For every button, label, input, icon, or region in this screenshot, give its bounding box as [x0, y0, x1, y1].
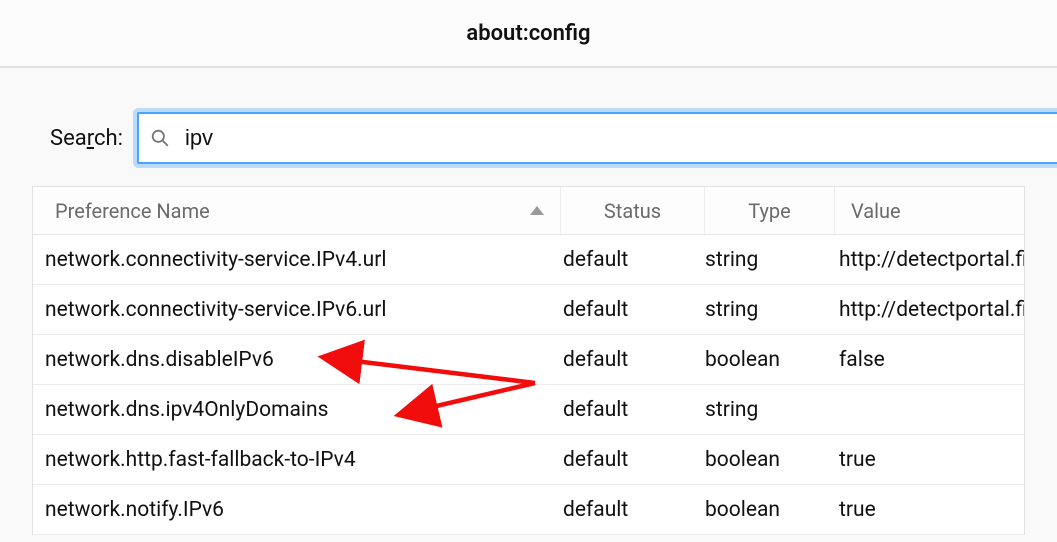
cell-name: network.dns.ipv4OnlyDomains — [33, 398, 561, 422]
cell-status: default — [561, 298, 705, 322]
table-body: network.connectivity-service.IPv4.urldef… — [33, 235, 1024, 535]
cell-value: false — [835, 348, 1024, 372]
column-header-status[interactable]: Status — [561, 187, 705, 234]
cell-type: string — [705, 298, 835, 322]
cell-status: default — [561, 448, 705, 472]
search-input-wrap — [137, 112, 1057, 164]
cell-status: default — [561, 248, 705, 272]
cell-name: network.connectivity-service.IPv6.url — [33, 298, 561, 322]
search-input[interactable] — [137, 112, 1057, 164]
cell-name: network.http.fast-fallback-to-IPv4 — [33, 448, 561, 472]
column-header-type[interactable]: Type — [705, 187, 835, 234]
cell-status: default — [561, 398, 705, 422]
search-row: Search: — [0, 68, 1057, 186]
prefs-table: Preference Name Status Type Value networ… — [32, 186, 1025, 535]
cell-value: true — [835, 498, 1024, 522]
table-row[interactable]: network.connectivity-service.IPv6.urldef… — [33, 285, 1024, 335]
table-row[interactable]: network.notify.IPv6defaultbooleantrue — [33, 485, 1024, 535]
cell-status: default — [561, 348, 705, 372]
table-row[interactable]: network.http.fast-fallback-to-IPv4defaul… — [33, 435, 1024, 485]
page-title: about:config — [466, 21, 590, 46]
cell-value: http://detectportal.fir — [835, 248, 1024, 272]
cell-status: default — [561, 498, 705, 522]
column-header-name[interactable]: Preference Name — [33, 187, 561, 234]
cell-type: boolean — [705, 448, 835, 472]
cell-type: string — [705, 248, 835, 272]
cell-type: string — [705, 398, 835, 422]
table-header: Preference Name Status Type Value — [33, 187, 1024, 235]
search-icon — [151, 129, 169, 147]
cell-value: http://detectportal.fir — [835, 298, 1024, 322]
title-bar: about:config — [0, 0, 1057, 68]
cell-value: true — [835, 448, 1024, 472]
table-row[interactable]: network.connectivity-service.IPv4.urldef… — [33, 235, 1024, 285]
cell-name: network.dns.disableIPv6 — [33, 348, 561, 372]
cell-name: network.notify.IPv6 — [33, 498, 561, 522]
cell-type: boolean — [705, 348, 835, 372]
table-row[interactable]: network.dns.ipv4OnlyDomainsdefaultstring — [33, 385, 1024, 435]
column-header-value[interactable]: Value — [835, 187, 1024, 234]
sort-asc-icon — [530, 206, 544, 215]
cell-name: network.connectivity-service.IPv4.url — [33, 248, 561, 272]
table-row[interactable]: network.dns.disableIPv6defaultbooleanfal… — [33, 335, 1024, 385]
search-label: Search: — [50, 126, 123, 151]
cell-type: boolean — [705, 498, 835, 522]
